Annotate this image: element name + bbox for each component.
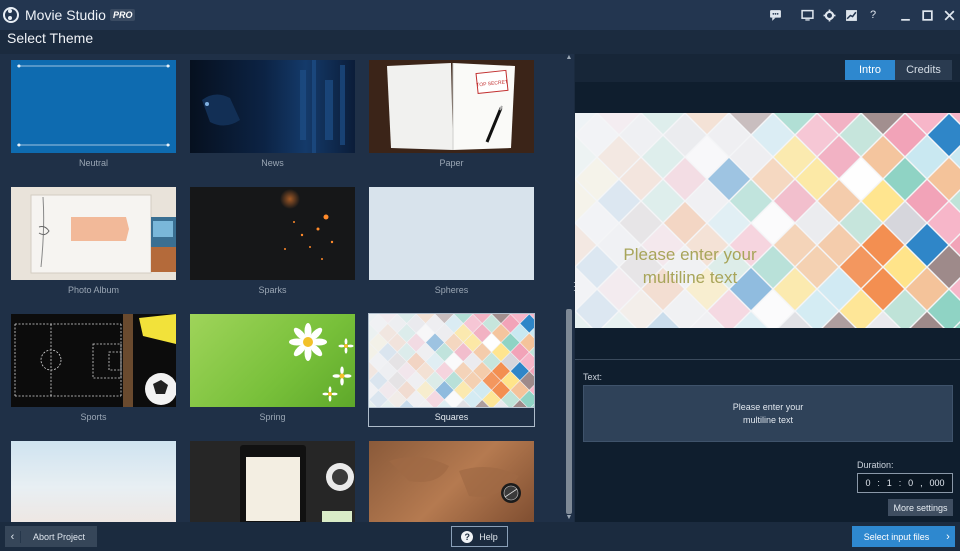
graph-icon[interactable] [843, 7, 859, 23]
theme-label: Photo Album [67, 285, 120, 295]
minimize-icon[interactable] [897, 7, 913, 23]
theme-thumbnail-map [369, 441, 534, 522]
duration-label: Duration: [857, 460, 894, 470]
duration-field[interactable]: 0 : 1 : 0 , 000 [857, 473, 953, 493]
theme-thumbnail-sparks [190, 187, 355, 280]
app-edition-badge: PRO [109, 9, 136, 21]
theme-tile-sky[interactable] [11, 441, 176, 522]
title-bar-controls: ? [764, 0, 960, 30]
theme-label: News [261, 158, 284, 168]
theme-preview: Please enter your multiline text [575, 113, 960, 328]
duration-hours[interactable]: 0 [865, 478, 870, 488]
gear-icon[interactable] [821, 7, 837, 23]
theme-label: Spring [259, 412, 286, 422]
theme-tile-news[interactable]: News [190, 60, 355, 168]
chevron-right-icon: › [946, 530, 950, 543]
bottom-bar: ‹ Abort Project ? Help Select input file… [0, 522, 960, 551]
duration-milliseconds[interactable]: 000 [929, 478, 944, 488]
theme-thumbnail-news [190, 60, 355, 153]
select-input-files-label: Select input files [863, 531, 930, 542]
tab-intro[interactable]: Intro [845, 60, 895, 80]
duration-seconds[interactable]: 0 [908, 478, 913, 488]
monitor-icon[interactable] [799, 7, 815, 23]
theme-thumbnail-sports [11, 314, 176, 407]
help-button[interactable]: ? Help [451, 526, 508, 547]
preview-panel: Intro Credits Please enter your multilin… [575, 54, 960, 522]
text-label: Text: [583, 372, 603, 382]
theme-label: Sports [80, 412, 107, 422]
page-title: Select Theme [7, 30, 94, 46]
theme-label: Spheres [434, 285, 469, 295]
theme-tile-sports[interactable]: Sports [11, 314, 176, 422]
theme-tile-photo-album[interactable]: Photo Album [11, 187, 176, 295]
app-logo-icon [3, 7, 19, 23]
select-input-files-button[interactable]: Select input files › [852, 526, 955, 547]
divider [575, 359, 960, 360]
theme-label: Neutral [78, 158, 108, 168]
theme-tile-tablet[interactable] [190, 441, 355, 522]
help-label: Help [479, 531, 498, 542]
question-icon: ? [461, 530, 474, 543]
theme-tile-map[interactable] [369, 441, 534, 522]
theme-tile-spheres[interactable]: Spheres [369, 187, 534, 295]
theme-tile-spring[interactable]: Spring [190, 314, 355, 422]
theme-label: Sparks [258, 285, 287, 295]
chevron-left-icon: ‹ [5, 530, 21, 543]
text-input[interactable]: Please enter your multiline text [583, 385, 953, 442]
preview-tabbar: Intro Credits [575, 54, 960, 82]
scroll-thumb[interactable] [566, 309, 572, 514]
abort-project-label: Abort Project [32, 531, 86, 542]
more-settings-button[interactable]: More settings [888, 499, 953, 516]
scroll-down-arrow-icon[interactable]: ▼ [565, 514, 573, 522]
theme-tile-sparks[interactable]: Sparks [190, 187, 355, 295]
feedback-icon[interactable] [767, 7, 783, 23]
theme-thumbnail-spring [190, 314, 355, 407]
duration-minutes[interactable]: 1 [887, 478, 892, 488]
title-bar: Movie Studio PRO ? [0, 0, 960, 30]
theme-thumbnail-paper: TOP SECRET [369, 60, 534, 153]
selected-theme-outline [368, 313, 535, 427]
close-icon[interactable] [941, 7, 957, 23]
theme-thumbnail-neutral [11, 60, 176, 153]
theme-thumbnail-sky [11, 441, 176, 522]
tab-credits[interactable]: Credits [895, 60, 952, 80]
app-name: Movie Studio [25, 7, 106, 23]
theme-thumbnail-tablet [190, 441, 355, 522]
theme-thumbnail-spheres [369, 187, 534, 280]
theme-label: Paper [439, 158, 464, 168]
theme-tile-neutral[interactable]: Neutral [11, 60, 176, 168]
abort-project-button[interactable]: ‹ Abort Project [5, 526, 97, 547]
scroll-up-arrow-icon[interactable]: ▲ [565, 54, 573, 62]
help-icon[interactable]: ? [865, 7, 881, 23]
maximize-icon[interactable] [919, 7, 935, 23]
theme-grid: Neutral News TOP SECRET Paper Photo Albu… [0, 54, 564, 522]
theme-tile-paper[interactable]: TOP SECRET Paper [369, 60, 534, 168]
preview-text: Please enter your multiline text [623, 245, 757, 287]
theme-thumbnail-photo-album [11, 187, 176, 280]
